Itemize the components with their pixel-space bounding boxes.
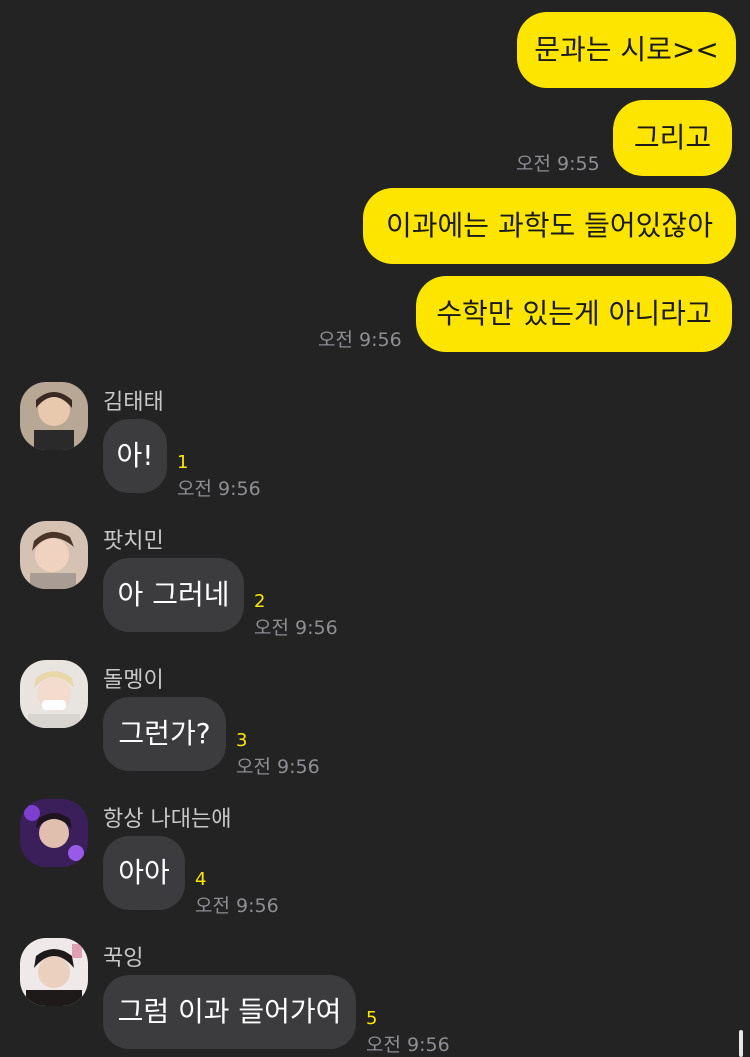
unread-count: 1 (177, 452, 189, 473)
message-text: 아아 (118, 856, 170, 889)
avatar[interactable] (20, 382, 88, 450)
message-text: 그럼 이과 들어가여 (117, 995, 342, 1028)
outgoing-message-bubble[interactable]: 수학만 있는게 아니라고 (416, 276, 732, 352)
sender-name: 팟치민 (103, 529, 164, 554)
message-text: 이과에는 과학도 들어있잖아 (386, 209, 713, 242)
incoming-message-bubble[interactable]: 아아 (103, 836, 185, 910)
unread-count: 3 (236, 730, 248, 751)
incoming-message-bubble[interactable]: 그런가? (103, 697, 226, 771)
outgoing-message-bubble[interactable]: 그리고 (613, 100, 732, 176)
sender-name: 돌멩이 (103, 668, 164, 693)
avatar[interactable] (20, 521, 88, 589)
message-time: 오전 9:56 (366, 1034, 450, 1056)
sender-name: 김태태 (103, 390, 164, 415)
outgoing-message-bubble[interactable]: 문과는 시로>< (517, 12, 736, 88)
avatar[interactable] (20, 799, 88, 867)
message-time: 오전 9:56 (318, 329, 402, 351)
message-text: 문과는 시로>< (534, 33, 719, 66)
message-time: 오전 9:56 (236, 756, 320, 778)
sender-name: 항상 나대는애 (103, 807, 232, 832)
incoming-message-bubble[interactable]: 그럼 이과 들어가여 (103, 975, 356, 1049)
unread-count: 5 (366, 1008, 378, 1029)
message-time: 오전 9:56 (177, 478, 261, 500)
incoming-message-bubble[interactable]: 아! (103, 419, 167, 493)
message-time: 오전 9:56 (195, 895, 279, 917)
incoming-message-bubble[interactable]: 아 그러네 (103, 558, 244, 632)
message-text: 아! (116, 439, 154, 472)
message-text: 수학만 있는게 아니라고 (436, 297, 712, 330)
message-text: 그리고 (633, 121, 712, 154)
sender-name: 꾹잉 (103, 946, 144, 971)
avatar[interactable] (20, 660, 88, 728)
unread-count: 4 (195, 869, 207, 890)
message-time: 오전 9:56 (254, 617, 338, 639)
scrollbar[interactable] (739, 1030, 743, 1057)
outgoing-message-bubble[interactable]: 이과에는 과학도 들어있잖아 (363, 188, 736, 264)
unread-count: 2 (254, 591, 266, 612)
message-time: 오전 9:55 (516, 153, 600, 175)
avatar[interactable] (20, 938, 88, 1006)
message-text: 아 그러네 (117, 578, 230, 611)
message-text: 그런가? (118, 717, 211, 750)
